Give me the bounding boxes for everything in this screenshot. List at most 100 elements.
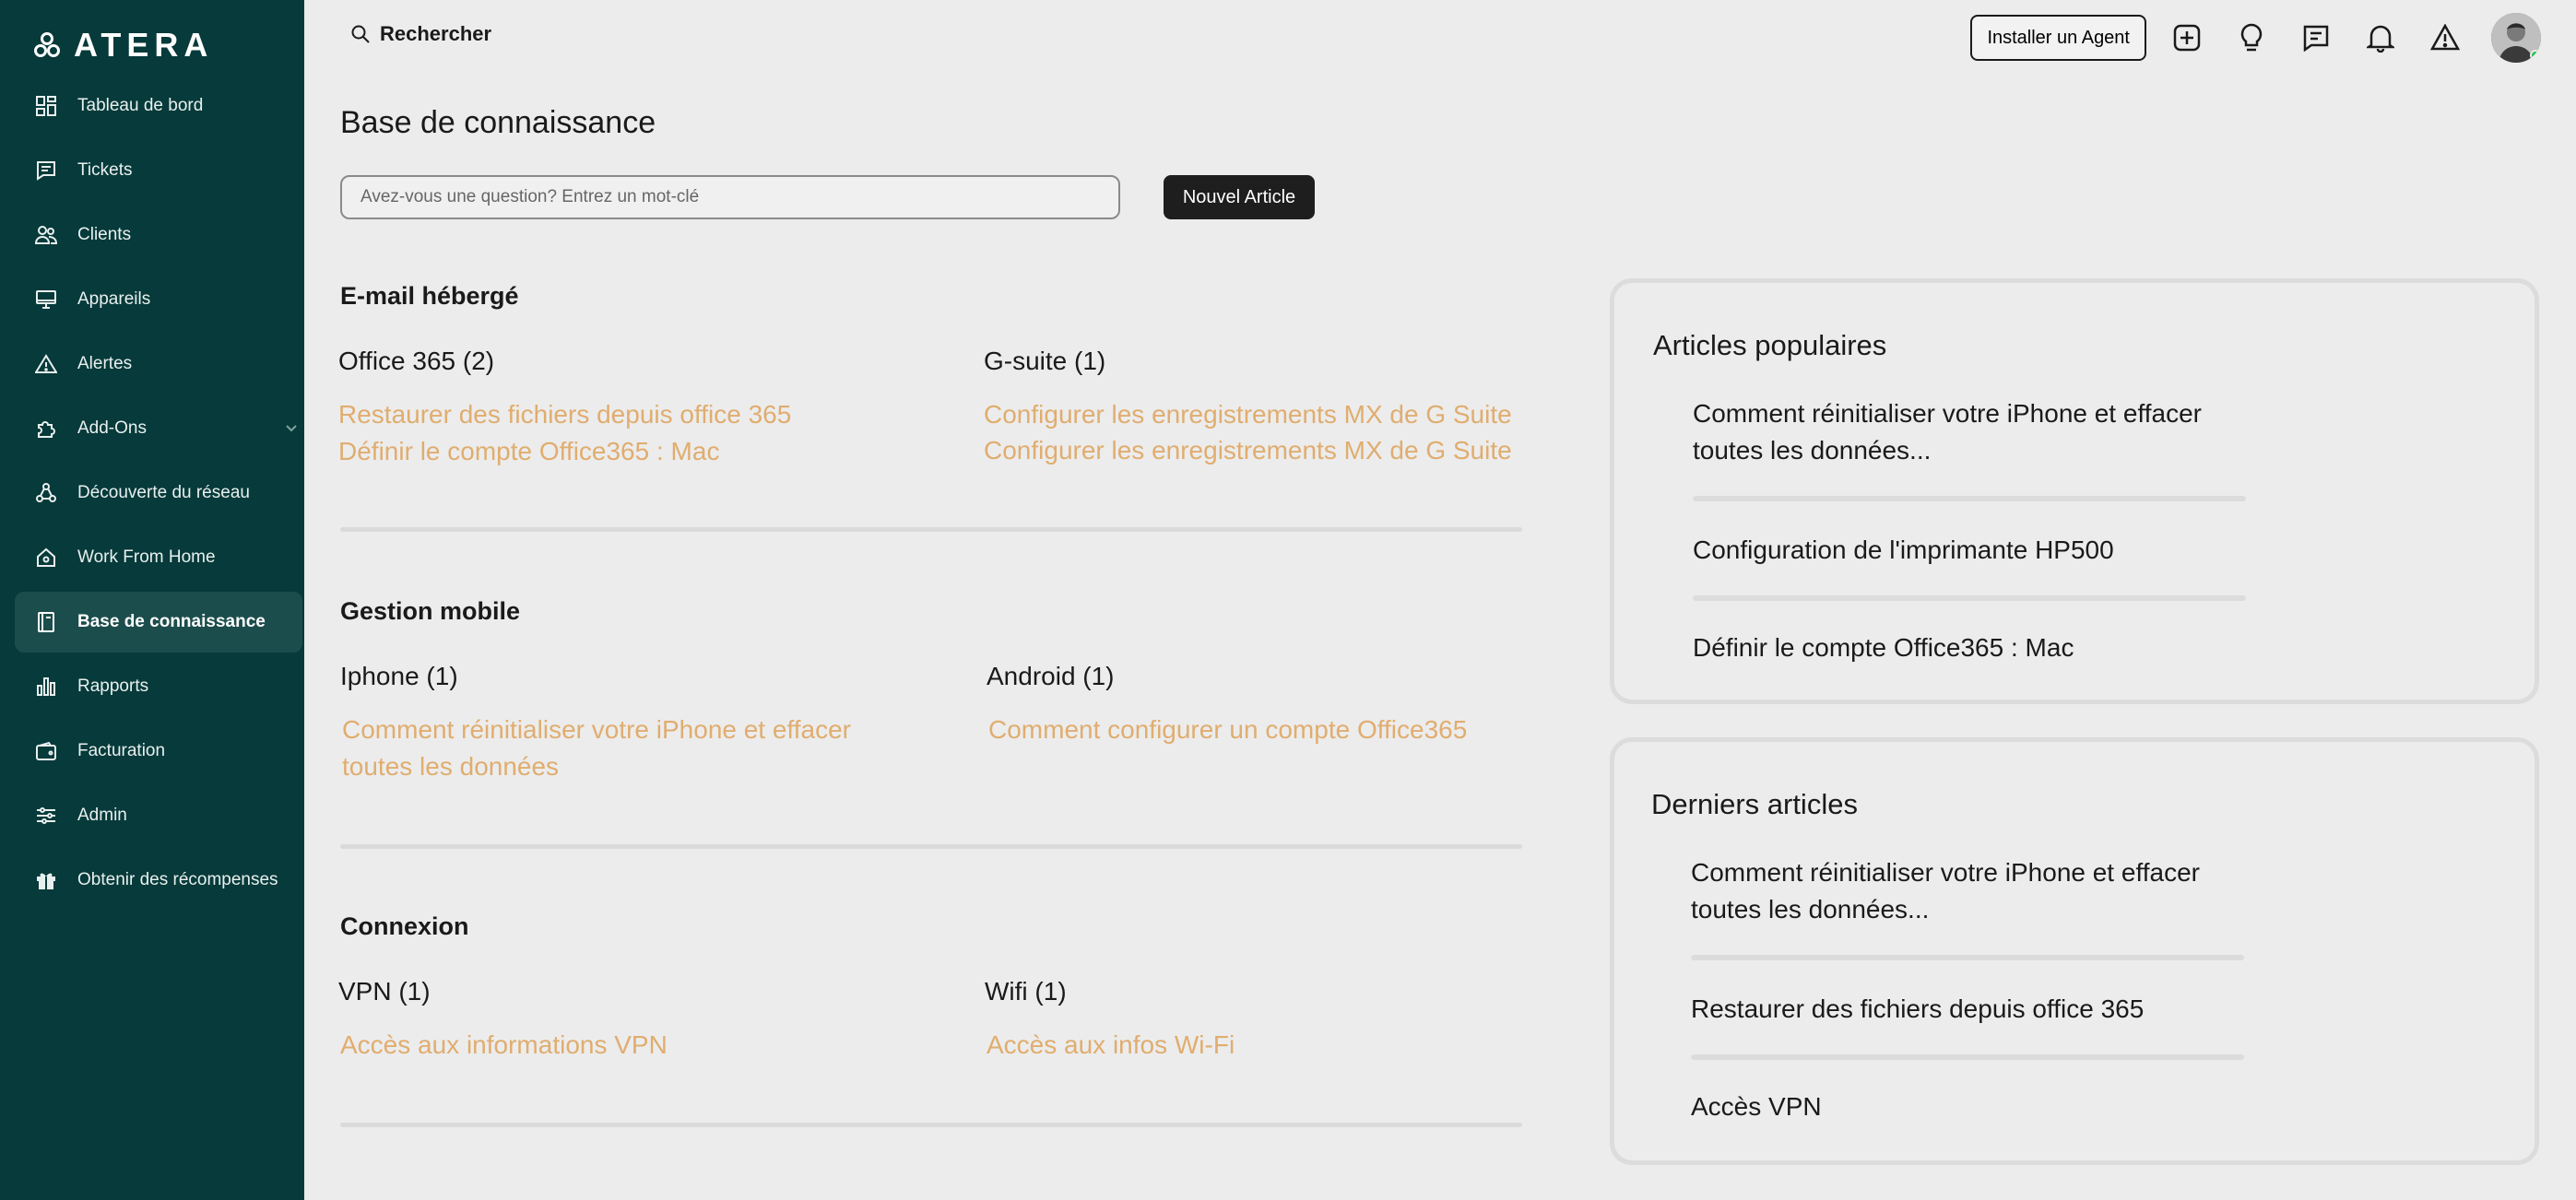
sidebar-item-label: Admin: [77, 806, 127, 825]
dashboard-icon: [33, 93, 59, 119]
card-divider: [1691, 1054, 2244, 1060]
category-office365: Office 365 (2) Restaurer des fichiers de…: [338, 347, 892, 470]
section-title: E-mail hébergé: [340, 282, 519, 310]
bell-icon[interactable]: [2357, 14, 2405, 62]
sidebar-item-add-ons[interactable]: Add-Ons: [15, 398, 302, 459]
sidebar: ATERA Tableau de bord Tickets Clients Ap…: [0, 0, 304, 1200]
article-link[interactable]: Configurer les enregistrements MX de G S…: [984, 433, 1537, 468]
bar-chart-icon: [33, 674, 59, 700]
atera-logo-icon: [34, 32, 60, 57]
category-title: G-suite (1): [984, 347, 1106, 375]
latest-article-item[interactable]: Restaurer des fichiers depuis office 365: [1691, 991, 2244, 1028]
sidebar-item-label: Tickets: [77, 160, 133, 180]
search-label: Rechercher: [380, 22, 492, 45]
sidebar-item-tableau-de-bord[interactable]: Tableau de bord: [15, 76, 302, 136]
sidebar-item-label: Appareils: [77, 289, 151, 309]
section-gestion-mobile: Gestion mobile Iphone (1) Comment réinit…: [340, 597, 1522, 855]
plus-square-icon[interactable]: [2163, 14, 2211, 62]
category-title: Office 365 (2): [338, 347, 495, 375]
sidebar-item-label: Obtenir des récompenses: [77, 870, 278, 889]
card-title: Articles populaires: [1653, 329, 1887, 361]
sidebar-item-obtenir-des-recompenses[interactable]: Obtenir des récompenses: [15, 850, 302, 911]
puzzle-icon: [33, 416, 59, 441]
card-title: Derniers articles: [1651, 788, 1858, 820]
sidebar-item-label: Clients: [77, 225, 132, 244]
sidebar-item-decouverte-du-reseau[interactable]: Découverte du réseau: [15, 463, 302, 524]
chevron-down-icon[interactable]: [284, 420, 299, 441]
gift-icon: [33, 867, 59, 893]
global-search[interactable]: Rechercher: [350, 22, 491, 46]
online-status-dot: [2530, 50, 2541, 61]
popular-article-item[interactable]: Définir le compte Office365 : Mac: [1693, 629, 2246, 666]
install-agent-button[interactable]: Installer un Agent: [1970, 15, 2146, 61]
book-icon: [33, 609, 59, 635]
card-divider: [1693, 496, 2246, 501]
popular-article-item[interactable]: Comment réinitialiser votre iPhone et ef…: [1693, 395, 2246, 469]
network-icon: [33, 480, 59, 506]
lightbulb-icon[interactable]: [2227, 14, 2275, 62]
sidebar-item-label: Alertes: [77, 354, 133, 373]
search-icon: [351, 25, 370, 43]
article-link[interactable]: Comment réinitialiser votre iPhone et ef…: [340, 712, 912, 785]
article-link[interactable]: Accès aux infos Wi-Fi: [985, 1027, 1538, 1064]
popular-articles-card: Articles populaires Comment réinitialise…: [1610, 278, 2539, 704]
sidebar-item-work-from-home[interactable]: Work From Home: [15, 527, 302, 588]
topbar-actions: Installer un Agent: [1970, 13, 2541, 63]
message-icon[interactable]: [2292, 14, 2340, 62]
section-divider: [340, 527, 1522, 532]
user-avatar[interactable]: [2491, 13, 2541, 63]
sidebar-item-clients[interactable]: Clients: [15, 205, 302, 265]
category-title: Android (1): [987, 662, 1115, 690]
warning-icon[interactable]: [2421, 14, 2469, 62]
latest-article-item[interactable]: Comment réinitialiser votre iPhone et ef…: [1691, 854, 2244, 928]
article-link[interactable]: Configurer les enregistrements MX de G S…: [984, 396, 1537, 433]
sidebar-item-label: Facturation: [77, 741, 166, 760]
article-link[interactable]: Accès aux informations VPN: [338, 1027, 892, 1064]
category-vpn: VPN (1) Accès aux informations VPN: [338, 977, 892, 1064]
section-connexion: Connexion VPN (1) Accès aux informations…: [338, 912, 1522, 1134]
sidebar-item-admin[interactable]: Admin: [15, 785, 302, 846]
section-title: Connexion: [340, 912, 469, 940]
category-title: Wifi (1): [985, 977, 1067, 1006]
category-iphone: Iphone (1) Comment réinitialiser votre i…: [340, 662, 893, 785]
latest-article-item[interactable]: Accès VPN: [1691, 1088, 2244, 1125]
wallet-icon: [33, 738, 59, 764]
kb-search-input[interactable]: [340, 175, 1120, 219]
article-link[interactable]: Définir le compte Office365 : Mac: [338, 433, 892, 470]
logo-text: ATERA: [74, 26, 214, 64]
section-divider: [340, 844, 1522, 849]
sidebar-item-label: Tableau de bord: [77, 96, 204, 115]
sidebar-item-alertes[interactable]: Alertes: [15, 334, 302, 394]
sidebar-item-label: Work From Home: [77, 547, 216, 567]
latest-articles-card: Derniers articles Comment réinitialiser …: [1610, 737, 2539, 1165]
section-title: Gestion mobile: [340, 597, 521, 625]
sidebar-item-label: Base de connaissance: [77, 612, 266, 631]
alert-icon: [33, 351, 59, 377]
app-logo[interactable]: ATERA: [33, 26, 213, 65]
category-android: Android (1) Comment configurer un compte…: [987, 662, 1540, 748]
new-article-button[interactable]: Nouvel Article: [1164, 175, 1315, 219]
sidebar-item-label: Add-Ons: [77, 418, 147, 438]
article-link[interactable]: Comment configurer un compte Office365: [987, 712, 1540, 748]
sliders-icon: [33, 803, 59, 829]
section-email-heberge: E-mail hébergé Office 365 (2) Restaurer …: [338, 282, 1522, 540]
sidebar-item-tickets[interactable]: Tickets: [15, 140, 302, 201]
card-divider: [1691, 955, 2244, 960]
sidebar-item-facturation[interactable]: Facturation: [15, 721, 302, 782]
category-wifi: Wifi (1) Accès aux infos Wi-Fi: [985, 977, 1538, 1064]
sidebar-nav: Tableau de bord Tickets Clients Appareil…: [15, 76, 302, 914]
category-title: Iphone (1): [340, 662, 458, 690]
sidebar-item-rapports[interactable]: Rapports: [15, 656, 302, 717]
monitor-icon: [33, 287, 59, 312]
home-icon: [33, 545, 59, 571]
category-gsuite: G-suite (1) Configurer les enregistremen…: [984, 347, 1537, 468]
popular-article-item[interactable]: Configuration de l'imprimante HP500: [1693, 532, 2246, 569]
users-icon: [33, 222, 59, 248]
card-divider: [1693, 595, 2246, 601]
sidebar-item-label: Découverte du réseau: [77, 483, 250, 502]
sidebar-item-appareils[interactable]: Appareils: [15, 269, 302, 330]
section-divider: [340, 1123, 1522, 1127]
sidebar-item-base-de-connaissance[interactable]: Base de connaissance: [15, 592, 302, 653]
article-link[interactable]: Restaurer des fichiers depuis office 365: [338, 396, 892, 433]
page-title: Base de connaissance: [340, 105, 656, 140]
